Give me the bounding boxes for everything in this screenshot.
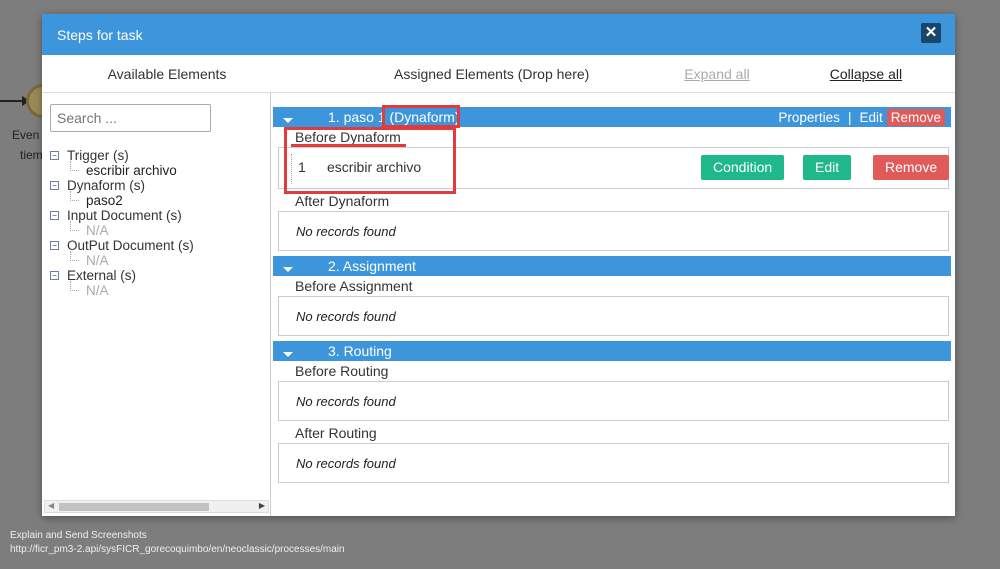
- tree-leaf-paso2[interactable]: paso2: [50, 191, 194, 208]
- step-bar-dynaform[interactable]: 1. paso 1 (Dynaform) Properties | Edit R…: [273, 107, 951, 127]
- collapse-toggle-icon[interactable]: −: [50, 181, 59, 190]
- footer-explain-link[interactable]: Explain and Send Screenshots: [10, 530, 147, 541]
- after-routing-label: After Routing: [295, 425, 377, 441]
- footer-url: http://ficr_pm3-2.api/sysFICR_gorecoquim…: [10, 544, 345, 555]
- elements-tree: − Trigger (s) escribir archivo − Dynafor…: [50, 148, 194, 298]
- collapse-toggle-icon[interactable]: −: [50, 241, 59, 250]
- caret-down-icon[interactable]: [283, 266, 293, 272]
- collapse-all-link[interactable]: Collapse all: [830, 66, 902, 82]
- caret-down-icon[interactable]: [283, 117, 293, 123]
- step-bar-assignment[interactable]: 2. Assignment: [273, 256, 951, 276]
- before-assignment-label: Before Assignment: [295, 278, 413, 294]
- scroll-left-icon[interactable]: ◀: [48, 501, 54, 510]
- step-title: 3. Routing: [328, 343, 392, 359]
- edit-button[interactable]: Edit: [803, 155, 852, 180]
- empty-records-box: No records found: [278, 296, 949, 336]
- search-input[interactable]: [50, 104, 211, 132]
- after-dynaform-label: After Dynaform: [295, 193, 390, 209]
- collapse-toggle-icon[interactable]: −: [50, 151, 59, 160]
- assigned-elements-pane: 1. paso 1 (Dynaform) Properties | Edit R…: [271, 93, 955, 516]
- available-elements-heading: Available Elements: [107, 65, 227, 82]
- empty-records-box: No records found: [278, 381, 949, 421]
- remove-button[interactable]: Remove: [873, 155, 950, 180]
- dialog-header: Steps for task ✕: [42, 14, 955, 55]
- process-flow-arrow-line: [0, 100, 24, 102]
- scrollbar-thumb[interactable]: [59, 503, 209, 511]
- empty-records-box: No records found: [278, 443, 949, 483]
- collapse-toggle-icon[interactable]: −: [50, 271, 59, 280]
- empty-records-box: No records found: [278, 211, 949, 251]
- properties-link[interactable]: Properties: [778, 110, 840, 125]
- tree-leaf-na: N/A: [50, 251, 194, 268]
- steps-dialog: Steps for task ✕ Available Elements Assi…: [42, 14, 955, 516]
- available-elements-pane: − Trigger (s) escribir archivo − Dynafor…: [42, 93, 271, 516]
- column-headers: Available Elements Assigned Elements (Dr…: [42, 55, 955, 93]
- before-routing-label: Before Routing: [295, 363, 389, 379]
- dialog-title: Steps for task: [57, 26, 143, 43]
- event-label-line1: Even: [12, 128, 40, 142]
- annotation-box-dynaform-title: [382, 105, 460, 128]
- annotation-underline: [291, 144, 406, 147]
- remove-step-button[interactable]: Remove: [886, 108, 945, 126]
- tree-leaf-escribir-archivo[interactable]: escribir archivo: [50, 161, 194, 178]
- event-label-line2: tiem: [20, 148, 43, 162]
- tree-leaf-na: N/A: [50, 281, 194, 298]
- collapse-toggle-icon[interactable]: −: [50, 211, 59, 220]
- assigned-elements-heading: Assigned Elements (Drop here): [394, 65, 590, 82]
- close-icon[interactable]: ✕: [921, 23, 941, 43]
- expand-all-link[interactable]: Expand all: [684, 66, 749, 82]
- step-title: 2. Assignment: [328, 258, 416, 274]
- annotation-box-before-dynaform: [284, 127, 456, 194]
- tree-node-label: Input Document (s): [67, 208, 182, 223]
- horizontal-scrollbar[interactable]: ◀ ▶: [44, 500, 269, 513]
- tree-node-label: OutPut Document (s): [67, 238, 194, 253]
- step-bar-routing[interactable]: 3. Routing: [273, 341, 951, 361]
- condition-button[interactable]: Condition: [701, 155, 785, 180]
- tree-leaf-na: N/A: [50, 221, 194, 238]
- edit-link[interactable]: Edit: [859, 110, 882, 125]
- caret-down-icon[interactable]: [283, 351, 293, 357]
- scroll-right-icon[interactable]: ▶: [259, 501, 265, 510]
